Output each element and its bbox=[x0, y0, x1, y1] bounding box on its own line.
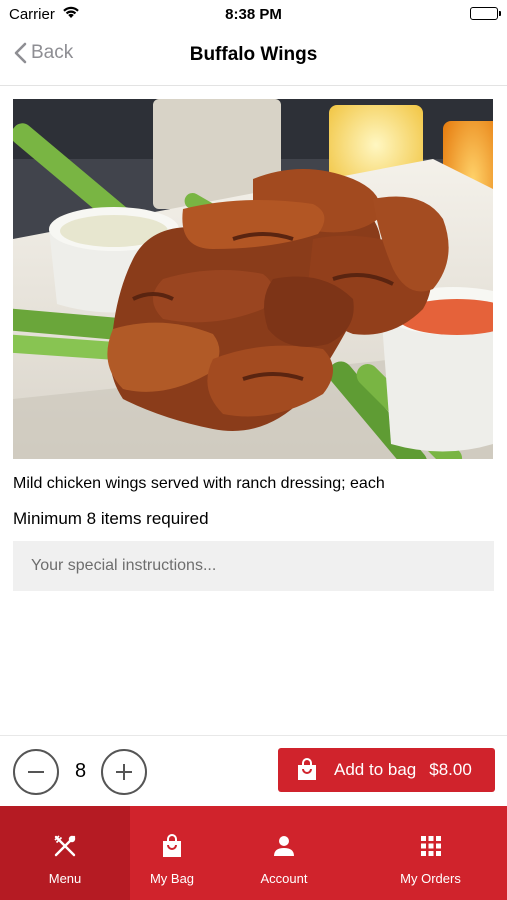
back-label: Back bbox=[31, 42, 74, 63]
battery-icon bbox=[470, 7, 501, 20]
navigation-bar: Back Buffalo Wings bbox=[0, 28, 507, 86]
tab-my-orders[interactable]: My Orders bbox=[354, 806, 507, 900]
shopping-bag-icon bbox=[296, 758, 318, 782]
decrease-quantity-button[interactable] bbox=[13, 749, 59, 795]
order-action-bar: 8 Add to bag $8.00 bbox=[0, 735, 507, 806]
buffalo-wings-photo bbox=[13, 99, 493, 459]
minimum-requirement: Minimum 8 items required bbox=[13, 509, 209, 528]
tab-my-bag[interactable]: My Bag bbox=[130, 806, 214, 900]
grid-icon bbox=[420, 833, 442, 859]
tab-menu-label: Menu bbox=[48, 871, 82, 886]
tab-account[interactable]: Account bbox=[214, 806, 354, 900]
tab-my-bag-label: My Bag bbox=[149, 871, 195, 886]
add-to-bag-button[interactable]: Add to bag $8.00 bbox=[278, 748, 495, 792]
clock: 8:38 PM bbox=[225, 6, 282, 23]
shopping-bag-icon bbox=[161, 833, 183, 859]
minus-icon bbox=[26, 762, 46, 782]
status-bar: Carrier 8:38 PM bbox=[0, 0, 507, 28]
tab-menu[interactable]: Menu bbox=[0, 806, 130, 900]
chevron-left-icon bbox=[14, 42, 31, 64]
increase-quantity-button[interactable] bbox=[101, 749, 147, 795]
page-title: Buffalo Wings bbox=[189, 44, 318, 65]
tab-bar: Menu My Bag Account My Orders bbox=[0, 806, 507, 900]
special-instructions-input[interactable] bbox=[13, 541, 494, 591]
item-description: Mild chicken wings served with ranch dre… bbox=[13, 475, 385, 492]
plus-icon bbox=[114, 762, 134, 782]
tab-account-label: Account bbox=[260, 871, 308, 886]
back-button[interactable]: Back bbox=[14, 42, 73, 64]
quantity-value: 8 bbox=[74, 760, 87, 782]
fork-knife-icon bbox=[53, 833, 77, 859]
price-label: $8.00 bbox=[429, 760, 472, 779]
person-icon bbox=[273, 833, 295, 859]
tab-my-orders-label: My Orders bbox=[400, 871, 461, 886]
add-to-bag-label: Add to bag bbox=[334, 760, 417, 779]
